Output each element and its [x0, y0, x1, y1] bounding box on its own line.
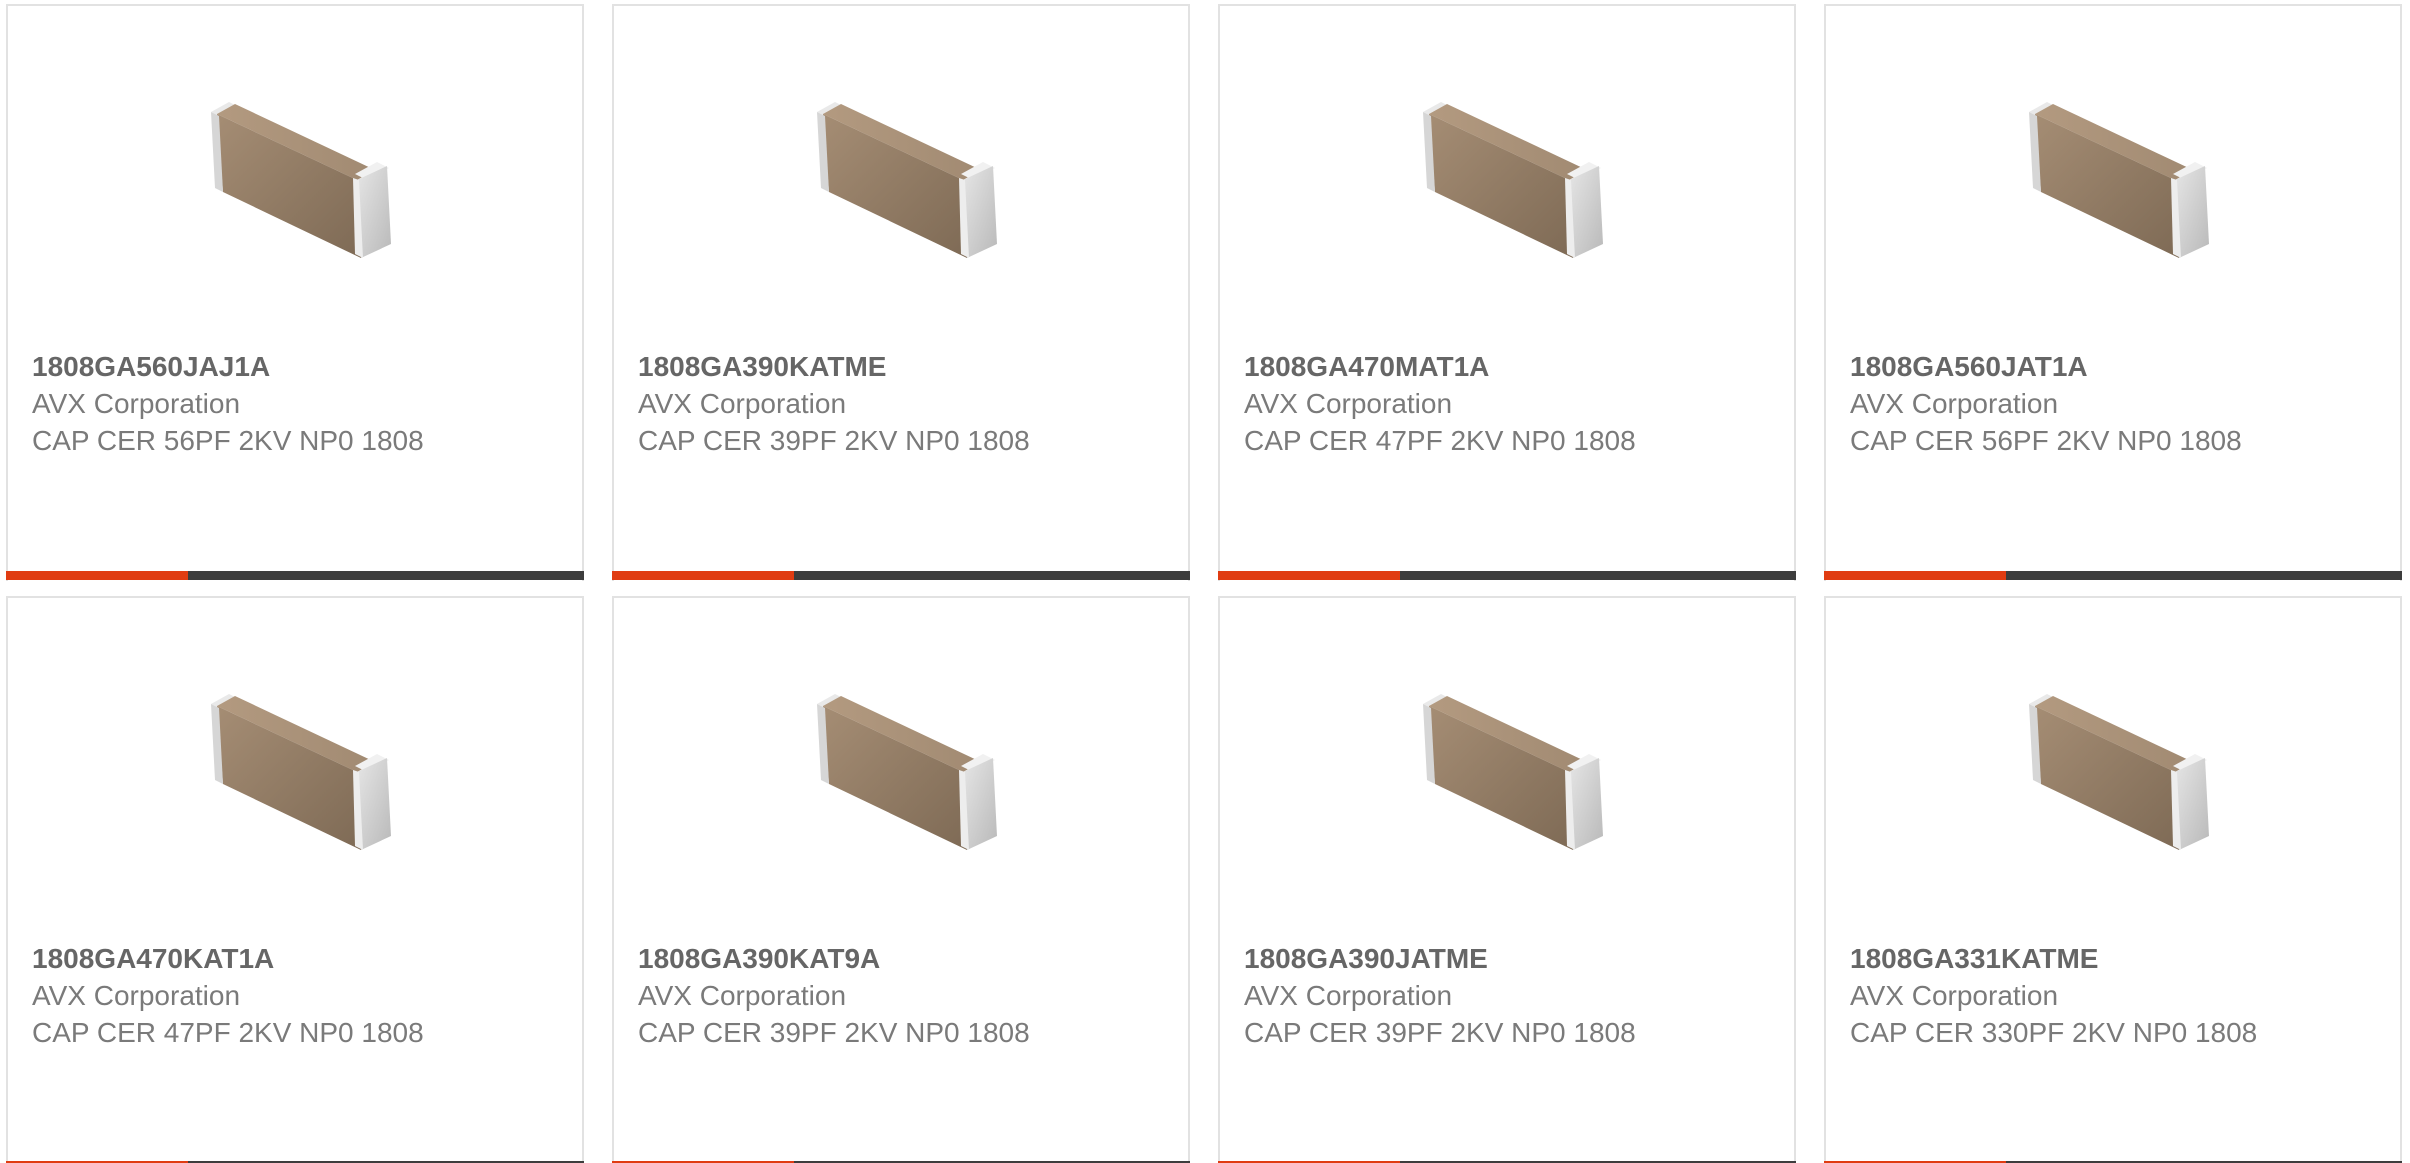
product-card[interactable]: 1808GA560JAT1A AVX Corporation CAP CER 5…	[1824, 4, 2402, 581]
product-grid: 1808GA560JAJ1A AVX Corporation CAP CER 5…	[0, 0, 2410, 1163]
part-number[interactable]: 1808GA470KAT1A	[32, 940, 424, 977]
part-number[interactable]: 1808GA470MAT1A	[1244, 348, 1636, 385]
description: CAP CER 47PF 2KV NP0 1808	[1244, 425, 1636, 456]
part-number[interactable]: 1808GA331KATME	[1850, 940, 2257, 977]
capacitor-chip-icon	[193, 666, 403, 876]
part-number[interactable]: 1808GA390KATME	[638, 348, 1030, 385]
part-number[interactable]: 1808GA390JATME	[1244, 940, 1636, 977]
description: CAP CER 47PF 2KV NP0 1808	[32, 1017, 424, 1048]
manufacturer: AVX Corporation	[638, 980, 847, 1011]
manufacturer: AVX Corporation	[1244, 980, 1453, 1011]
card-accent-bar	[612, 571, 1190, 580]
product-card[interactable]: 1808GA560JAJ1A AVX Corporation CAP CER 5…	[6, 4, 584, 581]
product-card[interactable]: 1808GA390KATME AVX Corporation CAP CER 3…	[612, 4, 1190, 581]
manufacturer: AVX Corporation	[1244, 388, 1453, 419]
manufacturer: AVX Corporation	[638, 388, 847, 419]
card-accent-bar	[1824, 571, 2402, 580]
product-card[interactable]: 1808GA390JATME AVX Corporation CAP CER 3…	[1218, 596, 1796, 1163]
description: CAP CER 330PF 2KV NP0 1808	[1850, 1017, 2258, 1048]
product-card[interactable]: 1808GA390KAT9A AVX Corporation CAP CER 3…	[612, 596, 1190, 1163]
capacitor-chip-icon	[1405, 74, 1615, 284]
part-number[interactable]: 1808GA560JAJ1A	[32, 348, 424, 385]
card-accent-bar	[6, 571, 584, 580]
description: CAP CER 39PF 2KV NP0 1808	[1244, 1017, 1636, 1048]
manufacturer: AVX Corporation	[1850, 388, 2059, 419]
product-card[interactable]: 1808GA470KAT1A AVX Corporation CAP CER 4…	[6, 596, 584, 1163]
manufacturer: AVX Corporation	[32, 388, 241, 419]
product-card[interactable]: 1808GA470MAT1A AVX Corporation CAP CER 4…	[1218, 4, 1796, 581]
part-number[interactable]: 1808GA560JAT1A	[1850, 348, 2242, 385]
capacitor-chip-icon	[799, 666, 1009, 876]
capacitor-chip-icon	[2011, 74, 2221, 284]
capacitor-chip-icon	[2011, 666, 2221, 876]
part-number[interactable]: 1808GA390KAT9A	[638, 940, 1030, 977]
description: CAP CER 56PF 2KV NP0 1808	[1850, 425, 2242, 456]
manufacturer: AVX Corporation	[1850, 980, 2059, 1011]
description: CAP CER 39PF 2KV NP0 1808	[638, 425, 1030, 456]
product-card[interactable]: 1808GA331KATME AVX Corporation CAP CER 3…	[1824, 596, 2402, 1163]
capacitor-chip-icon	[193, 74, 403, 284]
manufacturer: AVX Corporation	[32, 980, 241, 1011]
description: CAP CER 56PF 2KV NP0 1808	[32, 425, 424, 456]
card-accent-bar	[1218, 571, 1796, 580]
capacitor-chip-icon	[799, 74, 1009, 284]
capacitor-chip-icon	[1405, 666, 1615, 876]
description: CAP CER 39PF 2KV NP0 1808	[638, 1017, 1030, 1048]
